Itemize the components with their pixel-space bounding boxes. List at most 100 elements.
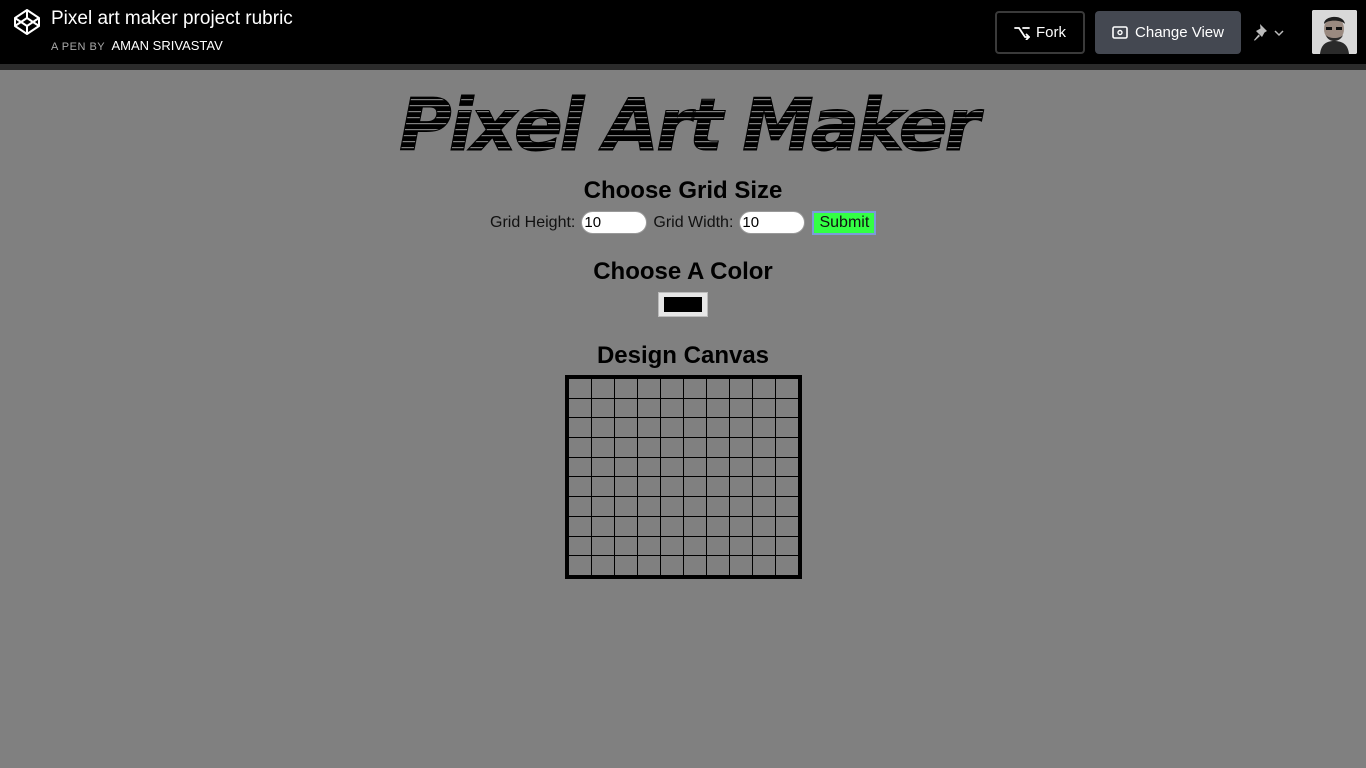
pixel-cell[interactable] — [591, 397, 615, 419]
pixel-cell[interactable] — [637, 496, 661, 517]
pixel-cell[interactable] — [568, 378, 592, 399]
pixel-cell[interactable] — [591, 535, 615, 557]
pixel-cell[interactable] — [706, 496, 730, 517]
pixel-cell[interactable] — [683, 496, 707, 517]
fork-button[interactable]: Fork — [995, 11, 1085, 54]
pixel-cell[interactable] — [637, 515, 661, 537]
pixel-cell[interactable] — [775, 378, 799, 399]
pixel-cell[interactable] — [660, 437, 684, 458]
pixel-cell[interactable] — [637, 555, 661, 576]
pixel-cell[interactable] — [729, 456, 753, 478]
pixel-cell[interactable] — [706, 476, 730, 498]
pixel-cell[interactable] — [775, 535, 799, 557]
pixel-cell[interactable] — [591, 555, 615, 576]
pixel-cell[interactable] — [729, 555, 753, 576]
pixel-cell[interactable] — [706, 437, 730, 458]
pixel-cell[interactable] — [729, 397, 753, 419]
pixel-cell[interactable] — [637, 417, 661, 439]
pixel-cell[interactable] — [637, 378, 661, 399]
pixel-cell[interactable] — [752, 476, 776, 498]
pixel-cell[interactable] — [591, 515, 615, 537]
pixel-cell[interactable] — [568, 476, 592, 498]
pixel-cell[interactable] — [683, 417, 707, 439]
pixel-cell[interactable] — [706, 397, 730, 419]
pixel-cell[interactable] — [660, 378, 684, 399]
pixel-cell[interactable] — [775, 555, 799, 576]
pixel-cell[interactable] — [729, 476, 753, 498]
pixel-cell[interactable] — [614, 397, 638, 419]
codepen-logo-icon[interactable] — [13, 8, 41, 36]
pixel-cell[interactable] — [637, 476, 661, 498]
pixel-cell[interactable] — [775, 417, 799, 439]
user-avatar[interactable] — [1312, 10, 1357, 54]
pin-menu[interactable] — [1252, 20, 1288, 46]
pixel-cell[interactable] — [614, 476, 638, 498]
pixel-cell[interactable] — [706, 555, 730, 576]
pixel-cell[interactable] — [752, 496, 776, 517]
design-canvas[interactable] — [565, 375, 802, 579]
change-view-button[interactable]: Change View — [1095, 11, 1241, 54]
pixel-cell[interactable] — [591, 476, 615, 498]
pixel-cell[interactable] — [660, 496, 684, 517]
pixel-cell[interactable] — [752, 535, 776, 557]
pixel-cell[interactable] — [775, 456, 799, 478]
pixel-cell[interactable] — [752, 378, 776, 399]
pixel-cell[interactable] — [683, 515, 707, 537]
pixel-cell[interactable] — [752, 456, 776, 478]
pixel-cell[interactable] — [660, 476, 684, 498]
pixel-cell[interactable] — [706, 515, 730, 537]
pixel-cell[interactable] — [752, 515, 776, 537]
pixel-cell[interactable] — [568, 496, 592, 517]
pixel-cell[interactable] — [683, 476, 707, 498]
pixel-cell[interactable] — [660, 456, 684, 478]
pixel-cell[interactable] — [568, 417, 592, 439]
pixel-cell[interactable] — [729, 496, 753, 517]
pixel-cell[interactable] — [637, 397, 661, 419]
pixel-cell[interactable] — [706, 535, 730, 557]
pixel-cell[interactable] — [775, 496, 799, 517]
pixel-cell[interactable] — [706, 456, 730, 478]
pixel-cell[interactable] — [752, 417, 776, 439]
pixel-cell[interactable] — [729, 437, 753, 458]
pixel-cell[interactable] — [568, 515, 592, 537]
pixel-cell[interactable] — [752, 437, 776, 458]
pixel-cell[interactable] — [614, 417, 638, 439]
pixel-cell[interactable] — [614, 496, 638, 517]
pixel-cell[interactable] — [752, 397, 776, 419]
pixel-cell[interactable] — [568, 437, 592, 458]
pixel-cell[interactable] — [568, 555, 592, 576]
pixel-cell[interactable] — [568, 397, 592, 419]
pixel-cell[interactable] — [660, 417, 684, 439]
pixel-cell[interactable] — [775, 515, 799, 537]
pixel-cell[interactable] — [637, 456, 661, 478]
pixel-cell[interactable] — [683, 378, 707, 399]
pixel-cell[interactable] — [591, 437, 615, 458]
pixel-cell[interactable] — [637, 535, 661, 557]
pixel-cell[interactable] — [729, 515, 753, 537]
pixel-cell[interactable] — [683, 555, 707, 576]
pixel-cell[interactable] — [614, 515, 638, 537]
grid-width-input[interactable] — [739, 211, 806, 234]
pixel-cell[interactable] — [614, 555, 638, 576]
pixel-cell[interactable] — [591, 496, 615, 517]
pixel-cell[interactable] — [660, 515, 684, 537]
pixel-cell[interactable] — [775, 397, 799, 419]
author-link[interactable]: AMAN SRIVASTAV — [112, 38, 223, 53]
pixel-cell[interactable] — [614, 535, 638, 557]
pixel-cell[interactable] — [752, 555, 776, 576]
pixel-cell[interactable] — [729, 535, 753, 557]
pixel-cell[interactable] — [660, 555, 684, 576]
pixel-cell[interactable] — [614, 456, 638, 478]
pixel-cell[interactable] — [637, 437, 661, 458]
pixel-cell[interactable] — [614, 378, 638, 399]
pixel-cell[interactable] — [775, 476, 799, 498]
pixel-cell[interactable] — [568, 535, 592, 557]
pixel-cell[interactable] — [683, 437, 707, 458]
pixel-cell[interactable] — [706, 417, 730, 439]
grid-height-input[interactable] — [581, 211, 648, 234]
pixel-cell[interactable] — [660, 397, 684, 419]
pixel-cell[interactable] — [591, 378, 615, 399]
submit-button[interactable]: Submit — [812, 210, 877, 235]
color-picker[interactable] — [658, 292, 708, 317]
pixel-cell[interactable] — [729, 378, 753, 399]
